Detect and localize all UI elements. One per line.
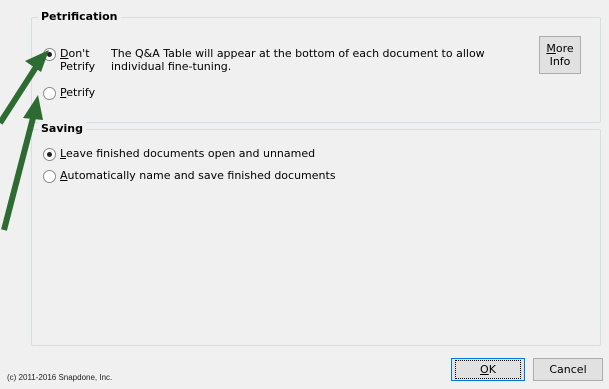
arrow-to-dont-petrify-icon	[0, 50, 49, 125]
annotation-arrows	[0, 50, 49, 231]
arrow-to-petrify-icon	[1, 95, 43, 231]
dialog-window: Petrification Don't Petrify The Q&A Tabl…	[0, 0, 609, 389]
